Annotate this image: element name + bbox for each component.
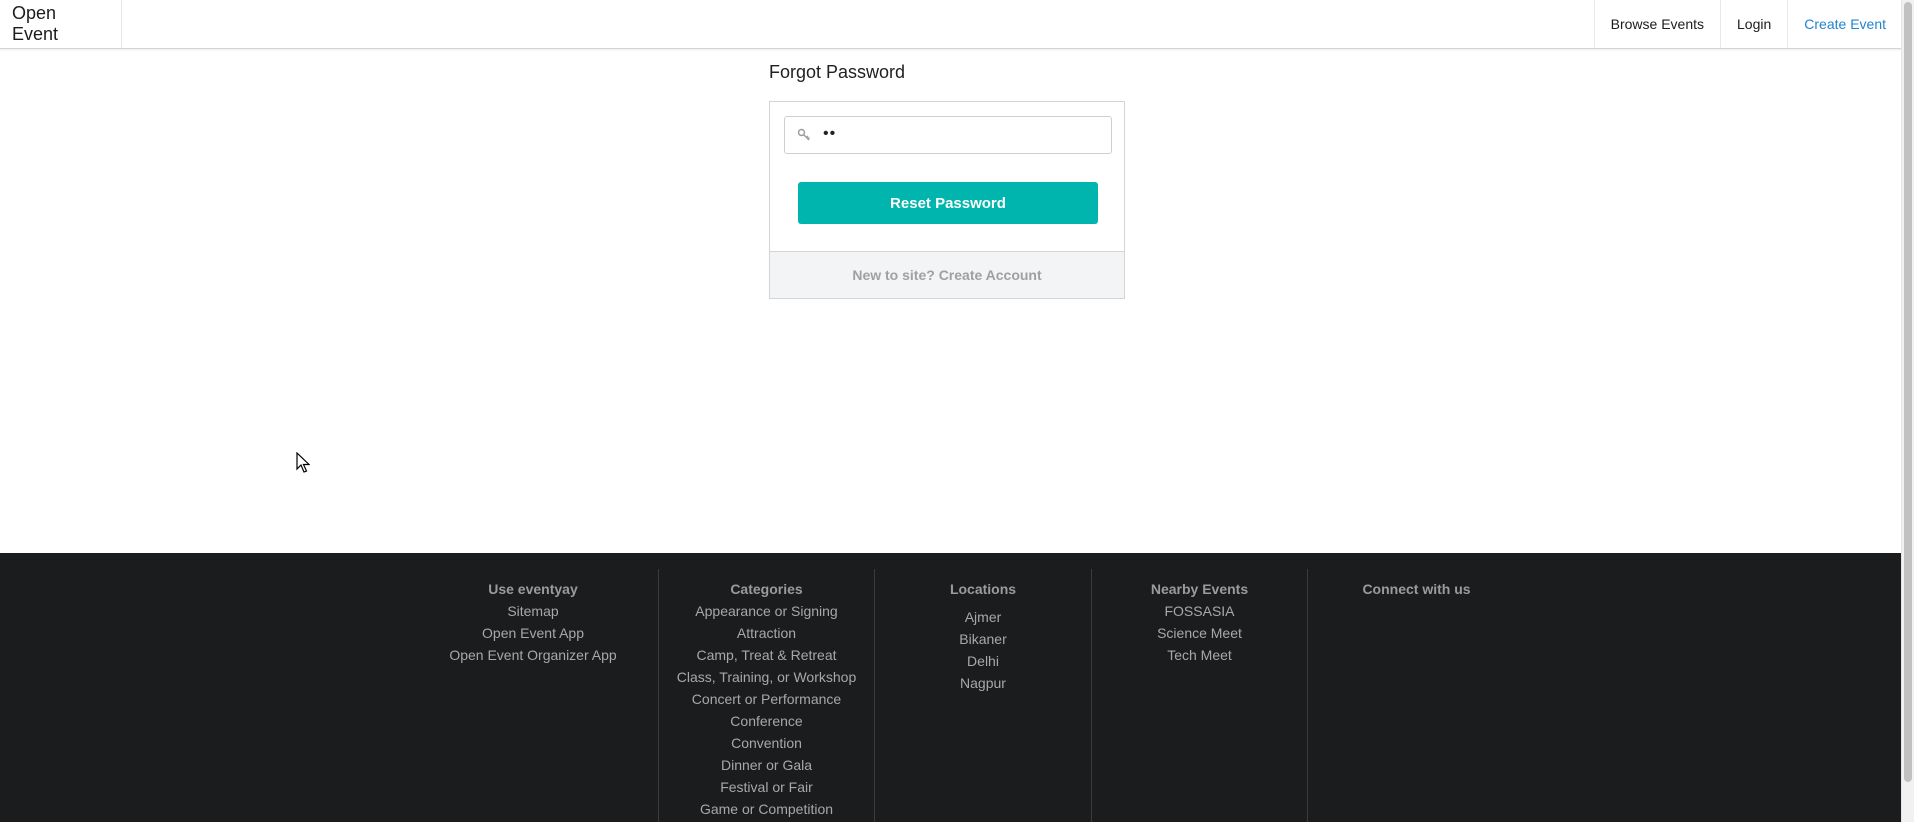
- footer-link-open-event-app[interactable]: Open Event App: [408, 622, 658, 644]
- footer-column-categories: Categories Appearance or Signing Attract…: [659, 569, 875, 822]
- footer-column-nearby-events: Nearby Events FOSSASIA Science Meet Tech…: [1092, 569, 1308, 822]
- footer-link-category[interactable]: Conference: [659, 710, 874, 732]
- scrollbar-thumb[interactable]: [1904, 2, 1912, 782]
- footer-link-location[interactable]: Nagpur: [875, 672, 1091, 694]
- password-value: ••: [823, 125, 837, 142]
- footer-link-category[interactable]: Festival or Fair: [659, 776, 874, 798]
- location-list: Ajmer Bikaner Delhi Nagpur: [875, 606, 1091, 694]
- footer-link-category[interactable]: Convention: [659, 732, 874, 754]
- footer-link-location[interactable]: Delhi: [875, 650, 1091, 672]
- footer-link-category[interactable]: Dinner or Gala: [659, 754, 874, 776]
- brand-logo[interactable]: Open Event: [0, 0, 122, 48]
- footer-link-category[interactable]: Class, Training, or Workshop: [659, 666, 874, 688]
- top-navbar: Open Event Browse Events Login Create Ev…: [0, 0, 1902, 49]
- reset-password-button[interactable]: Reset Password: [798, 182, 1098, 224]
- footer-heading: Use eventyay: [488, 581, 578, 597]
- footer-column-connect: Connect with us: [1308, 569, 1525, 822]
- nav-browse-events[interactable]: Browse Events: [1593, 0, 1720, 48]
- footer-heading: Nearby Events: [1150, 581, 1249, 597]
- footer-link-event[interactable]: Science Meet: [1092, 622, 1307, 644]
- nav-create-event[interactable]: Create Event: [1787, 0, 1902, 48]
- footer-link-category[interactable]: Concert or Performance: [659, 688, 874, 710]
- page-scrollbar[interactable]: [1901, 0, 1914, 822]
- footer-heading: Locations: [949, 581, 1017, 597]
- footer-link-category[interactable]: Appearance or Signing: [659, 600, 874, 622]
- footer-link-organizer-app[interactable]: Open Event Organizer App: [408, 644, 658, 666]
- forgot-password-form: •• Reset Password New to site? Create Ac…: [769, 101, 1125, 299]
- create-account-link[interactable]: New to site? Create Account: [770, 251, 1124, 298]
- footer-link-event[interactable]: Tech Meet: [1092, 644, 1307, 666]
- footer-link-category[interactable]: Camp, Treat & Retreat: [659, 644, 874, 666]
- page: Open Event Browse Events Login Create Ev…: [0, 0, 1902, 822]
- footer-column-use-eventyay: Use eventyay Sitemap Open Event App Open…: [408, 569, 659, 822]
- footer-link-category[interactable]: Game or Competition: [659, 798, 874, 820]
- footer-link-category[interactable]: Attraction: [659, 622, 874, 644]
- footer-heading: Connect with us: [1362, 581, 1471, 597]
- password-field[interactable]: ••: [784, 116, 1112, 154]
- key-icon: [797, 128, 811, 142]
- footer-link-location[interactable]: Bikaner: [875, 628, 1091, 650]
- nav-login[interactable]: Login: [1720, 0, 1787, 48]
- nav-menu: Browse Events Login Create Event: [1593, 0, 1902, 48]
- site-footer: Use eventyay Sitemap Open Event App Open…: [0, 553, 1902, 822]
- footer-link-sitemap[interactable]: Sitemap: [408, 600, 658, 622]
- footer-heading: Categories: [730, 581, 803, 597]
- footer-link-event[interactable]: FOSSASIA: [1092, 600, 1307, 622]
- page-title: Forgot Password: [769, 62, 906, 82]
- mouse-cursor-icon: [296, 452, 310, 473]
- footer-link-location[interactable]: Ajmer: [875, 606, 1091, 628]
- footer-column-locations: Locations Ajmer Bikaner Delhi Nagpur: [875, 569, 1092, 822]
